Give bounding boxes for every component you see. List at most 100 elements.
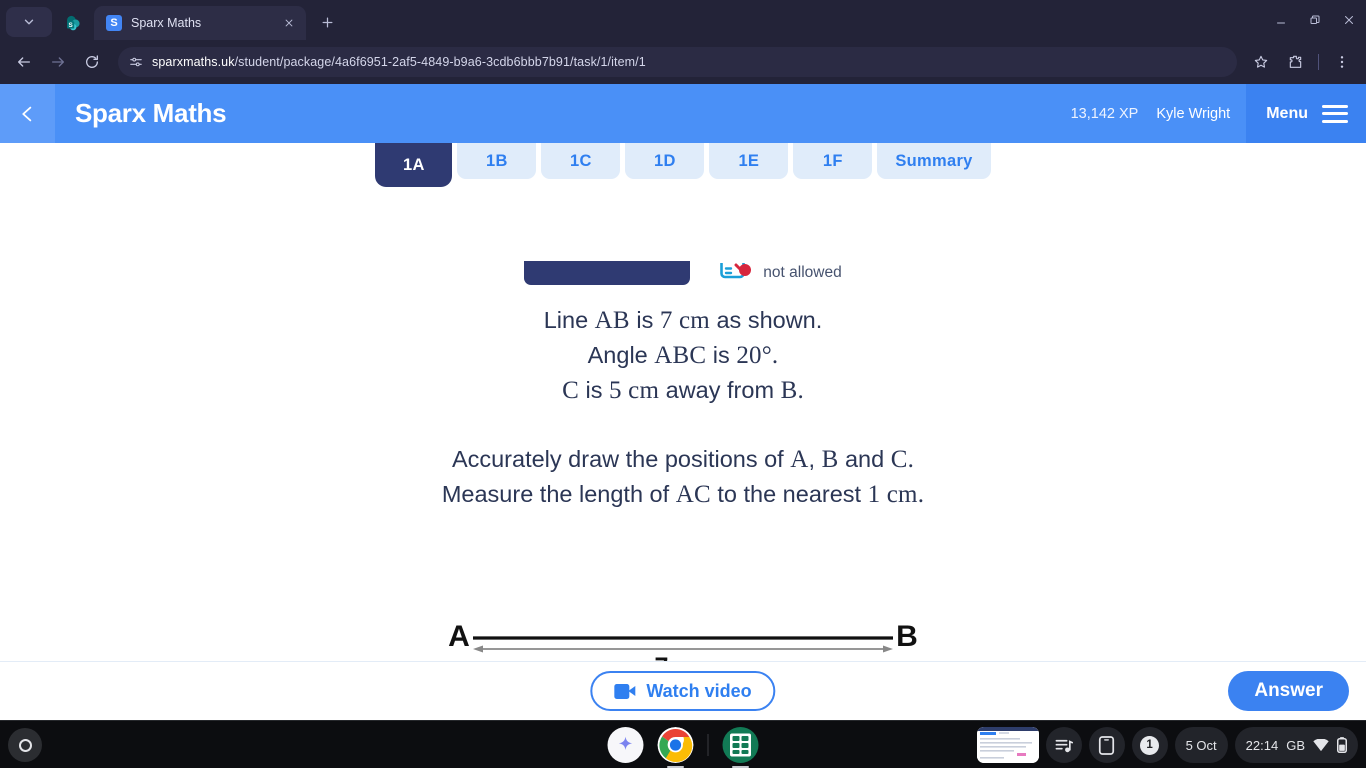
video-camera-icon xyxy=(614,683,636,699)
question-text: Line AB is 7 cm as shown. Angle AB C is 2… xyxy=(0,303,1366,512)
question-paragraph-1: Line AB is 7 cm as shown. Angle AB C is 2… xyxy=(0,303,1366,408)
notification-count-badge: 1 xyxy=(1140,735,1160,755)
launcher-icon xyxy=(18,738,32,752)
svg-text:S: S xyxy=(68,22,72,29)
app-brand-title: Sparx Maths xyxy=(75,98,227,128)
q1-c: as shown. xyxy=(709,307,823,333)
xp-counter: 13,142 XP xyxy=(1070,105,1139,122)
tray-date-label: 5 Oct xyxy=(1185,737,1217,753)
close-window-button[interactable] xyxy=(1332,0,1366,40)
task-tab-1f[interactable]: 1F xyxy=(793,143,873,179)
address-bar-url: sparxmaths.uk/student/package/4a6f6951-2… xyxy=(152,55,646,69)
date-tray-button[interactable]: 5 Oct xyxy=(1174,727,1228,763)
phone-hub-button[interactable] xyxy=(1088,727,1125,763)
watch-video-button[interactable]: Watch video xyxy=(590,671,776,711)
calculator-app-icon xyxy=(722,727,759,763)
q2-a: Angle xyxy=(587,342,655,368)
media-playlist-icon xyxy=(1055,739,1074,752)
shelf-item-chrome[interactable] xyxy=(657,727,694,768)
forward-button[interactable] xyxy=(42,46,74,78)
toolbar-divider xyxy=(1318,54,1319,70)
address-bar[interactable]: sparxmaths.uk/student/package/4a6f6951-2… xyxy=(118,47,1237,77)
maximize-button[interactable] xyxy=(1298,0,1332,40)
q1-math-7cm: 7 cm xyxy=(659,307,710,334)
three-dot-menu-icon xyxy=(1340,56,1344,68)
notification-counter-button[interactable]: 1 xyxy=(1131,727,1168,763)
question-line-3: C is 5 cm away from B. xyxy=(0,373,1366,408)
status-tray-button[interactable]: 22:14 GB xyxy=(1234,727,1358,763)
diagram-label-b: B xyxy=(896,620,918,653)
clipped-navy-pill[interactable] xyxy=(524,261,691,285)
q4-math-b: B xyxy=(821,446,839,473)
toolbar-actions xyxy=(1245,46,1358,78)
new-tab-button[interactable] xyxy=(312,7,342,37)
watch-video-label: Watch video xyxy=(646,680,752,701)
task-tab-summary[interactable]: Summary xyxy=(877,143,991,179)
tab-close-button[interactable] xyxy=(280,14,298,32)
app-back-button[interactable] xyxy=(0,84,55,143)
q2-b: is xyxy=(706,342,737,368)
chevron-left-icon xyxy=(22,106,32,121)
q4-d: . xyxy=(907,446,915,473)
bookmark-button[interactable] xyxy=(1245,46,1277,78)
q4-c: and xyxy=(838,446,891,472)
browser-toolbar: sparxmaths.uk/student/package/4a6f6951-2… xyxy=(0,40,1366,84)
forward-icon xyxy=(52,57,64,67)
task-tab-1d[interactable]: 1D xyxy=(625,143,705,179)
browser-tab[interactable]: S Sparx Maths xyxy=(94,6,306,40)
question-paragraph-2: Accurately draw the positions of A, B an… xyxy=(0,442,1366,512)
reload-button[interactable] xyxy=(76,46,108,78)
user-name: Kyle Wright xyxy=(1156,105,1231,122)
back-button[interactable] xyxy=(8,46,40,78)
chevron-down-icon xyxy=(24,19,34,25)
q4-a: Accurately draw the positions of xyxy=(451,446,791,472)
reload-icon xyxy=(86,55,98,68)
tab-title: Sparx Maths xyxy=(131,16,202,30)
calculator-notice-label: not allowed xyxy=(763,264,842,281)
shelf-item-calculator[interactable] xyxy=(722,727,759,768)
clipped-toolbar-row: not allowed xyxy=(0,253,1366,285)
window-preview-thumbnail[interactable] xyxy=(976,727,1039,763)
q3-math-b: B xyxy=(780,377,798,404)
browser-menu-button[interactable] xyxy=(1326,46,1358,78)
q2-math-20deg: 20° xyxy=(736,342,772,369)
extensions-icon xyxy=(1289,55,1302,68)
diagram-label-a: A xyxy=(448,620,470,653)
q4-b: , xyxy=(808,446,822,472)
answer-button[interactable]: Answer xyxy=(1228,671,1349,711)
pinned-tab-sharepoint[interactable]: S xyxy=(52,6,94,40)
shelf-item-gemini[interactable] xyxy=(607,727,644,763)
sparkle-icon xyxy=(618,736,633,750)
task-tab-strip: 1A 1B 1C 1D 1E 1F Summary xyxy=(0,143,1366,187)
minimize-button[interactable] xyxy=(1264,0,1298,40)
task-tab-1c[interactable]: 1C xyxy=(541,143,621,179)
q2-c: . xyxy=(771,342,779,369)
question-line-1: Line AB is 7 cm as shown. xyxy=(0,303,1366,338)
system-shelf: 1 5 Oct 22:14 GB xyxy=(0,720,1366,768)
media-control-button[interactable] xyxy=(1045,727,1082,763)
site-settings-icon[interactable] xyxy=(128,55,143,70)
tab-search-button[interactable] xyxy=(6,7,52,37)
extensions-button[interactable] xyxy=(1279,46,1311,78)
q1-b: is xyxy=(629,307,660,333)
q3-math-c: C xyxy=(562,377,579,404)
task-tab-1b[interactable]: 1B xyxy=(457,143,537,179)
launcher-button[interactable] xyxy=(8,728,42,762)
q1-math-ab: AB xyxy=(594,307,630,334)
url-host: sparxmaths.uk xyxy=(152,55,235,69)
app-menu-button[interactable]: Menu xyxy=(1246,84,1366,143)
phone-hub-icon xyxy=(1098,735,1115,755)
plus-icon xyxy=(322,17,332,27)
measure-label: 7 cm xyxy=(655,653,712,661)
task-tab-1a[interactable]: 1A xyxy=(375,143,453,187)
restore-icon xyxy=(1310,15,1320,24)
task-tab-1e[interactable]: 1E xyxy=(709,143,789,179)
shelf-app-list xyxy=(607,727,759,768)
minimize-icon xyxy=(1277,22,1285,24)
sharepoint-icon: S xyxy=(66,15,80,30)
tray-time-label: 22:14 xyxy=(1245,737,1279,753)
hamburger-icon xyxy=(1322,104,1348,123)
calculator-crossed-icon xyxy=(720,253,754,283)
measure-arrow-right xyxy=(883,645,893,653)
url-path: /student/package/4a6f6951-2af5-4849-b9a6… xyxy=(234,55,646,69)
